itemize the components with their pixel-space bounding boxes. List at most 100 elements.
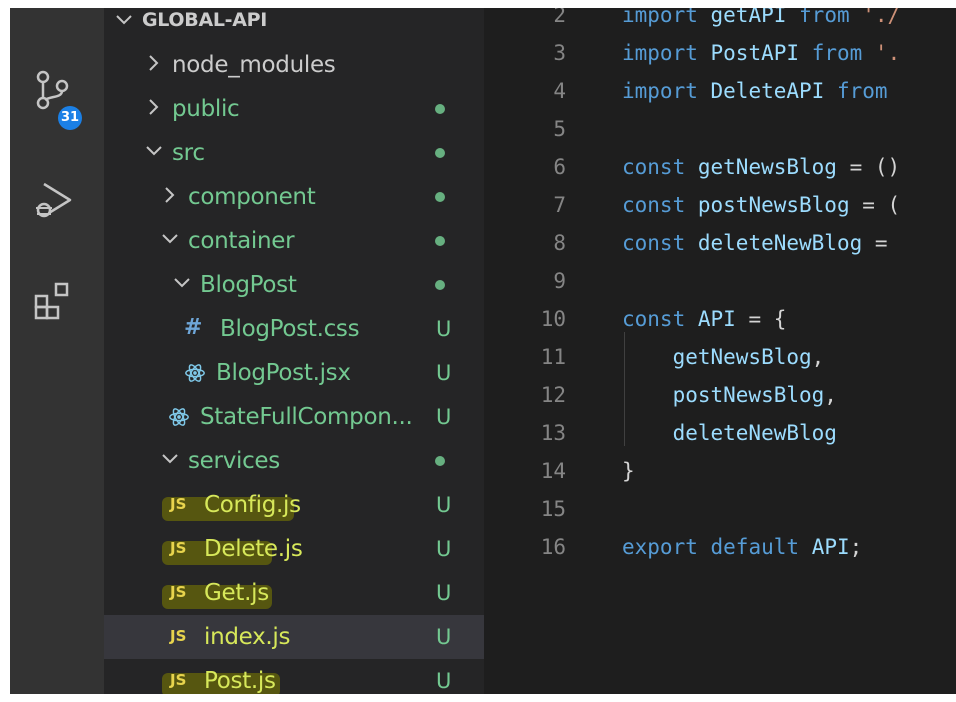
git-status-badge: U [436, 669, 452, 693]
tree-file-blogpost-css[interactable]: # BlogPost.css U [104, 307, 484, 351]
source-control-badge: 31 [58, 106, 82, 130]
code-token: postNewsBlog [697, 193, 850, 217]
line-number: 4 [553, 79, 566, 103]
explorer-root-row[interactable]: GLOBAL-API [104, 8, 484, 42]
code-token: = { [735, 307, 787, 331]
line-number: 5 [553, 117, 566, 141]
js-file-icon: JS [170, 539, 187, 557]
code-token: } [622, 459, 635, 483]
code-line: 15 [484, 490, 956, 528]
tree-item-label: container [188, 228, 295, 254]
tree-folder-services[interactable]: services [104, 439, 484, 483]
line-number: 14 [540, 459, 566, 483]
git-status-badge: U [436, 537, 452, 561]
modified-dot-indicator [435, 148, 445, 158]
git-status-badge: U [436, 405, 452, 429]
line-code: deleteNewBlog [622, 414, 837, 452]
tree-file-post-js[interactable]: JS Post.js U [104, 659, 484, 694]
line-code: import PostAPI from '. [622, 34, 900, 72]
code-line: 9 [484, 262, 956, 300]
line-number: 2 [553, 8, 566, 27]
js-file-icon: JS [170, 583, 187, 601]
code-token: ; [849, 535, 863, 559]
code-token: './ [862, 8, 901, 27]
tree-folder-container[interactable]: container [104, 219, 484, 263]
chevron-right-icon [149, 99, 159, 115]
line-code: getNewsBlog, [622, 338, 825, 376]
tree-item-label: services [188, 448, 280, 474]
code-line: 7 const postNewsBlog = ( [484, 186, 956, 224]
run-debug-icon[interactable] [32, 178, 76, 222]
git-status-badge: U [436, 581, 452, 605]
code-token: = [862, 231, 888, 255]
top-edge [0, 0, 956, 8]
tree-folder-component[interactable]: component [104, 175, 484, 219]
code-line: 2 import getAPI from './ [484, 8, 956, 34]
code-token: deleteNewBlog [672, 421, 837, 445]
code-token: postNewsBlog [672, 383, 825, 407]
chevron-down-icon [146, 146, 162, 156]
code-token: from [799, 8, 850, 27]
code-line: 4 import DeleteAPI from [484, 72, 956, 110]
line-number: 7 [553, 193, 566, 217]
tree-file-get-js[interactable]: JS Get.js U [104, 571, 484, 615]
git-status-badge: U [436, 493, 452, 517]
tree-folder-blogpost[interactable]: BlogPost [104, 263, 484, 307]
code-token: export [622, 535, 698, 559]
code-token: import [622, 41, 698, 65]
line-code: const getNewsBlog = () [622, 148, 900, 186]
git-status-badge: U [436, 625, 452, 649]
code-token: const [622, 193, 686, 217]
line-number: 13 [540, 421, 566, 445]
modified-dot-indicator [435, 456, 445, 466]
code-line: 14} [484, 452, 956, 490]
code-editor[interactable]: 2 import getAPI from './ 3 import PostAPI f… [484, 8, 956, 694]
tree-file-blogpost-jsx[interactable]: BlogPost.jsx U [104, 351, 484, 395]
tree-item-label: node_modules [172, 52, 336, 78]
code-line: 8 const deleteNewBlog = [484, 224, 956, 262]
tree-folder-src[interactable]: src [104, 131, 484, 175]
line-code: import getAPI from './ [622, 8, 900, 34]
code-token: default [710, 535, 800, 559]
line-number: 16 [540, 535, 566, 559]
extensions-icon[interactable] [32, 278, 76, 322]
line-code: postNewsBlog, [622, 376, 837, 414]
line-code: const deleteNewBlog = [622, 224, 888, 262]
tree-folder-public[interactable]: public [104, 87, 484, 131]
git-status-badge: U [436, 317, 452, 341]
tree-file-config-js[interactable]: JS Config.js U [104, 483, 484, 527]
line-code: export default API; [622, 528, 862, 566]
modified-dot-indicator [435, 104, 445, 114]
tree-file-index-js[interactable]: JS index.js U [104, 615, 484, 659]
line-code: import DeleteAPI from [622, 72, 888, 110]
tree-file-delete-js[interactable]: JS Delete.js U [104, 527, 484, 571]
chevron-right-icon [165, 187, 175, 203]
code-token: import [622, 8, 698, 27]
chevron-down-icon [162, 454, 178, 464]
explorer-root-label: GLOBAL-API [142, 9, 268, 31]
modified-dot-indicator [435, 236, 445, 246]
line-number: 11 [540, 345, 566, 369]
code-token: API [697, 307, 736, 331]
react-file-icon [169, 408, 189, 426]
explorer-sidebar: GLOBAL-API node_modulespublic src componen… [104, 8, 484, 694]
line-code: const API = { [622, 300, 786, 338]
tree-item-label: component [188, 184, 316, 210]
code-line: 3 import PostAPI from '. [484, 34, 956, 72]
code-token: from [811, 41, 863, 65]
tree-item-label: index.js [204, 624, 291, 650]
tree-folder-node-modules[interactable]: node_modules [104, 43, 484, 87]
js-file-icon: JS [170, 495, 187, 513]
code-line: 12 postNewsBlog, [484, 376, 956, 414]
tree-file-statefullcompon-[interactable]: StateFullCompon... U [104, 395, 484, 439]
code-line: 16 export default API; [484, 528, 956, 566]
